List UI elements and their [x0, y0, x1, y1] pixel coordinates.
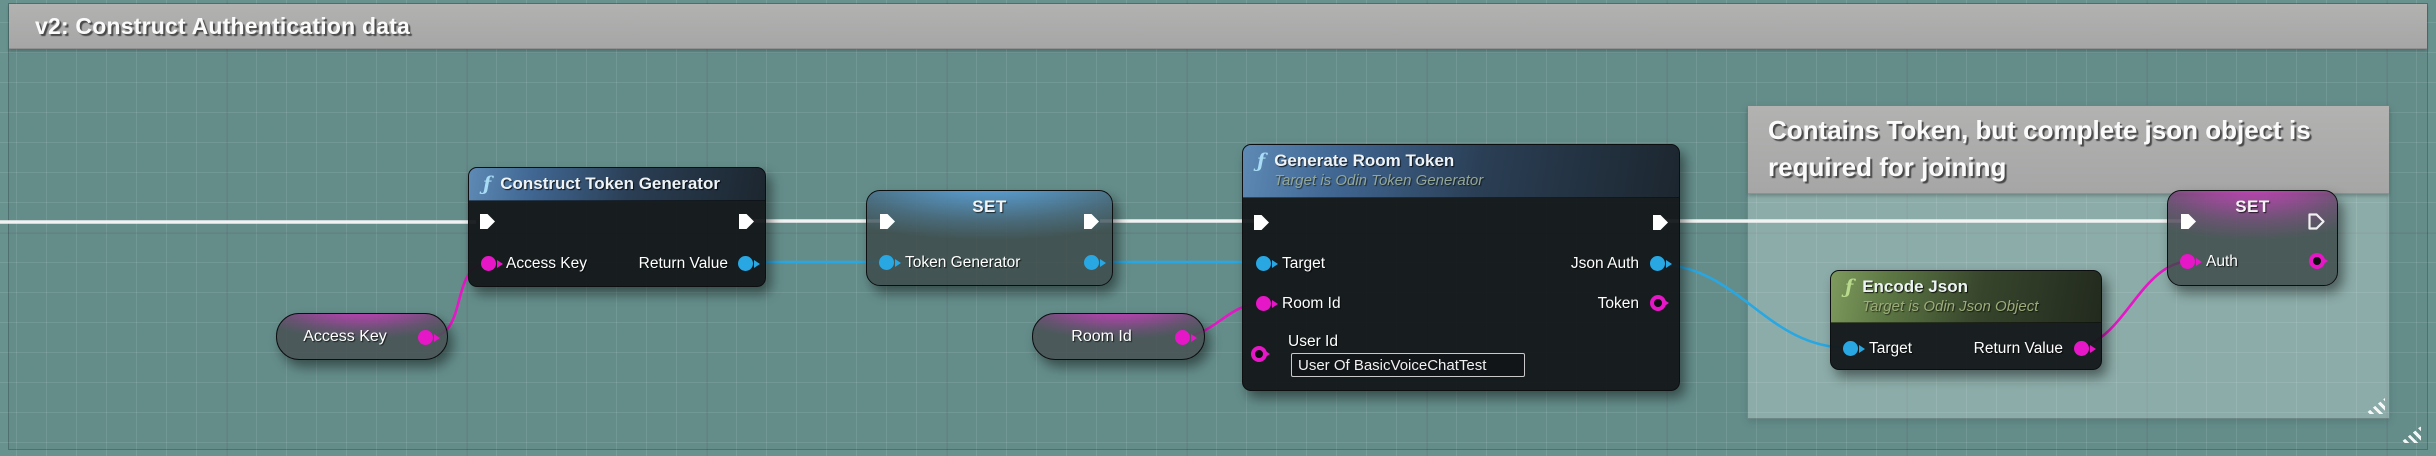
pin-target-label: Target: [1282, 255, 1326, 272]
user-id-input[interactable]: [1291, 353, 1525, 377]
node-generate-room-token[interactable]: ƒ Generate Room Token Target is Odin Tok…: [1242, 144, 1680, 391]
pin-target[interactable]: [1843, 341, 1858, 356]
pin-target[interactable]: [1256, 256, 1271, 271]
node-set-token-generator[interactable]: SET Token Generator: [866, 190, 1113, 286]
pin-room-id[interactable]: [1256, 296, 1271, 311]
pin-json-auth-label: Json Auth: [1570, 255, 1639, 272]
pin-access-key-label: Access Key: [506, 255, 587, 272]
node-set-auth[interactable]: SET Auth: [2167, 190, 2338, 286]
exec-out-pin[interactable]: [2306, 211, 2327, 232]
function-icon: ƒ: [1845, 276, 1854, 298]
pin-auth-in[interactable]: [2180, 254, 2195, 269]
pin-return-value[interactable]: [738, 256, 753, 271]
exec-out-pin[interactable]: [1650, 212, 1671, 233]
comment-json-header[interactable]: Contains Token, but complete json object…: [1748, 106, 2389, 194]
node-title: SET: [972, 197, 1007, 216]
node-generate-room-token-header[interactable]: ƒ Generate Room Token Target is Odin Tok…: [1243, 145, 1679, 198]
node-encode-json[interactable]: ƒ Encode Json Target is Odin Json Object…: [1830, 270, 2102, 370]
pin-return-value[interactable]: [2074, 341, 2089, 356]
pin-token[interactable]: [1650, 295, 1666, 311]
comment-json-title: Contains Token, but complete json object…: [1768, 115, 2311, 182]
exec-in-pin[interactable]: [1251, 212, 1272, 233]
pin-user-id-label: User Id: [1288, 333, 1338, 350]
node-encode-json-header[interactable]: ƒ Encode Json Target is Odin Json Object: [1831, 271, 2101, 323]
pin-token-generator-in[interactable]: [879, 255, 894, 270]
pin-return-value-label: Return Value: [638, 255, 728, 272]
pin-auth-out[interactable]: [2309, 253, 2325, 269]
function-icon: ƒ: [483, 173, 492, 195]
node-subtitle: Target is Odin Token Generator: [1274, 172, 1484, 189]
node-title: Encode Json: [1862, 277, 1968, 296]
pin-token-label: Token: [1597, 295, 1639, 312]
node-title: Construct Token Generator: [500, 174, 720, 193]
exec-out-pin[interactable]: [736, 211, 757, 232]
pin-target-label: Target: [1869, 340, 1913, 357]
pin-user-id[interactable]: [1251, 346, 1267, 362]
pin-token-generator-label: Token Generator: [905, 254, 1021, 271]
comment-v2-title: v2: Construct Authentication data: [35, 12, 411, 39]
pin-room-id-out[interactable]: [1175, 330, 1190, 345]
function-icon: ƒ: [1257, 150, 1266, 172]
comment-v2-header[interactable]: v2: Construct Authentication data: [9, 4, 2427, 49]
exec-in-pin[interactable]: [477, 211, 498, 232]
node-construct-token-generator[interactable]: ƒ Construct Token Generator Access Key R…: [468, 167, 766, 287]
variable-label: Access Key: [303, 327, 387, 345]
pin-json-auth[interactable]: [1650, 256, 1665, 271]
comment-json-resize-handle[interactable]: [2365, 398, 2385, 414]
node-title: Generate Room Token: [1274, 151, 1455, 170]
node-get-access-key[interactable]: Access Key: [276, 313, 448, 360]
pin-access-key[interactable]: [481, 256, 496, 271]
comment-v2-resize-handle[interactable]: [2400, 426, 2421, 443]
pin-return-value-label: Return Value: [1973, 340, 2063, 357]
node-construct-token-generator-header[interactable]: ƒ Construct Token Generator: [469, 168, 765, 201]
exec-out-pin[interactable]: [1081, 211, 1102, 232]
node-subtitle: Target is Odin Json Object: [1862, 298, 2039, 315]
variable-label: Room Id: [1071, 327, 1132, 345]
pin-auth-label: Auth: [2206, 253, 2238, 270]
blueprint-graph-canvas[interactable]: v2: Construct Authentication data Contai…: [0, 0, 2436, 456]
pin-room-id-label: Room Id: [1282, 295, 1341, 312]
node-get-room-id[interactable]: Room Id: [1032, 313, 1205, 360]
pin-access-key-out[interactable]: [418, 330, 433, 345]
exec-in-pin[interactable]: [877, 211, 898, 232]
exec-in-pin[interactable]: [2178, 211, 2199, 232]
pin-token-generator-out[interactable]: [1084, 255, 1099, 270]
